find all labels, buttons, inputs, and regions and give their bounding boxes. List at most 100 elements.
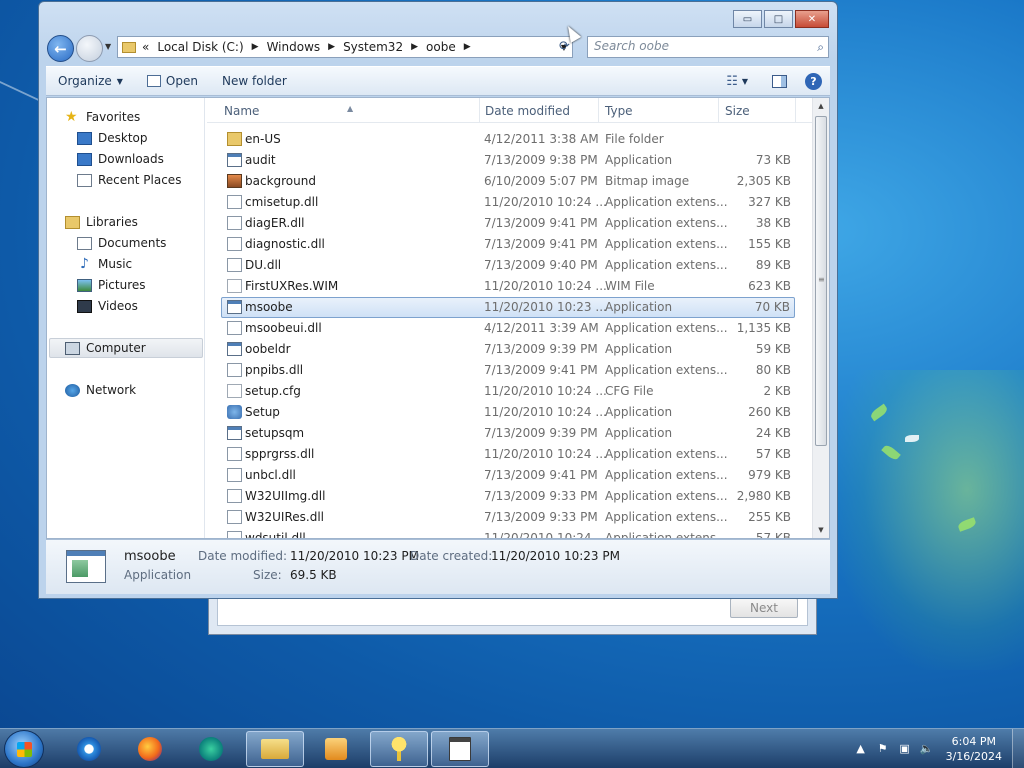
column-name[interactable]: Name	[224, 104, 259, 118]
file-row[interactable]: pnpibs.dll 7/13/2009 9:41 PM Application e…	[207, 360, 813, 381]
scroll-up-icon[interactable]: ▲	[813, 98, 829, 114]
column-divider[interactable]	[598, 98, 599, 123]
column-divider[interactable]	[795, 98, 796, 123]
address-bar[interactable]: « Local Disk (C:) ▶ Windows ▶ System32 ▶ oo…	[117, 36, 573, 58]
forward-button[interactable]	[76, 35, 103, 62]
search-icon[interactable]: ⌕	[817, 40, 824, 55]
file-row[interactable]: diagnostic.dll 7/13/2009 9:41 PM Applicati…	[207, 234, 813, 255]
file-size: 255 KB	[748, 510, 791, 524]
dll-file-icon	[227, 510, 242, 524]
breadcrumb-local-disk[interactable]: Local Disk (C:) ▶	[157, 40, 266, 54]
file-row[interactable]: DU.dll 7/13/2009 9:40 PM Application exten…	[207, 255, 813, 276]
nav-libraries[interactable]: Libraries	[65, 215, 138, 229]
taskbar-firefox[interactable]	[121, 731, 179, 767]
chevron-right-icon[interactable]: ▶	[252, 42, 259, 52]
file-row[interactable]: setup.cfg 11/20/2010 10:24 ... CFG File 2 K…	[207, 381, 813, 402]
nav-computer[interactable]: Computer	[65, 341, 146, 355]
back-button[interactable]: ←	[47, 35, 74, 62]
file-row[interactable]: unbcl.dll 7/13/2009 9:41 PM Application ex…	[207, 465, 813, 486]
file-date-modified: 7/13/2009 9:33 PM	[484, 489, 598, 503]
change-view-icon[interactable]: ☷	[726, 74, 738, 89]
search-placeholder: Search oobe	[594, 39, 669, 53]
taskbar-windows-explorer[interactable]	[246, 731, 304, 767]
show-hidden-icons-icon[interactable]: ▲	[854, 742, 868, 756]
dll-file-icon	[227, 216, 242, 230]
nav-videos[interactable]: Videos	[77, 299, 138, 313]
nav-favorites[interactable]: ★ Favorites	[65, 110, 140, 125]
file-row[interactable]: msoobeui.dll 4/12/2011 3:39 AM Application…	[207, 318, 813, 339]
action-center-flag-icon[interactable]: ⚑	[876, 742, 890, 756]
view-options-dropdown-icon[interactable]: ▼	[742, 77, 748, 86]
file-row-selected[interactable]: msoobe 11/20/2010 10:23 ... Application 70 …	[221, 297, 795, 318]
minimize-button[interactable]: ▭	[733, 10, 762, 28]
column-date-modified[interactable]: Date modified	[485, 104, 570, 118]
breadcrumb-oobe[interactable]: oobe ▶	[426, 40, 479, 54]
file-row[interactable]: audit 7/13/2009 9:38 PM Application 73 KB	[207, 150, 813, 171]
scroll-thumb[interactable]: ≡	[815, 116, 827, 446]
folder-icon	[261, 739, 289, 759]
taskbar-edge[interactable]	[182, 731, 240, 767]
maximize-button[interactable]: □	[764, 10, 793, 28]
file-row[interactable]: en-US 4/12/2011 3:38 AM File folder	[207, 129, 813, 150]
address-overflow-icon[interactable]: «	[142, 40, 149, 54]
folder-icon	[227, 132, 242, 146]
nav-music[interactable]: ♪ Music	[77, 257, 132, 272]
nav-documents[interactable]: Documents	[77, 236, 166, 250]
recent-pages-dropdown-icon[interactable]: ▼	[105, 42, 111, 51]
breadcrumb-system32[interactable]: System32 ▶	[343, 40, 426, 54]
taskbar-media-player[interactable]	[307, 731, 365, 767]
preview-pane-icon[interactable]	[772, 74, 787, 88]
open-button[interactable]: Open	[135, 74, 210, 88]
breadcrumb-windows[interactable]: Windows ▶	[267, 40, 344, 54]
file-row[interactable]: setupsqm 7/13/2009 9:39 PM Application 24 K…	[207, 423, 813, 444]
volume-muted-icon[interactable]: 🔈	[920, 742, 934, 756]
setup-icon	[227, 405, 242, 419]
file-row[interactable]: oobeldr 7/13/2009 9:39 PM Application 59 KB	[207, 339, 813, 360]
file-row[interactable]: background 6/10/2009 5:07 PM Bitmap image 2…	[207, 171, 813, 192]
key-icon	[387, 737, 411, 761]
column-size[interactable]: Size	[725, 104, 750, 118]
chevron-right-icon[interactable]: ▶	[411, 42, 418, 52]
file-date-modified: 7/13/2009 9:39 PM	[484, 426, 598, 440]
file-row[interactable]: spprgrss.dll 11/20/2010 10:24 ... Applicat…	[207, 444, 813, 465]
file-row[interactable]: Setup 11/20/2010 10:24 ... Application 260 …	[207, 402, 813, 423]
taskbar-msoobe-app[interactable]	[431, 731, 489, 767]
close-button[interactable]: ✕	[795, 10, 829, 28]
nav-desktop[interactable]: Desktop	[77, 131, 148, 145]
file-date-modified: 11/20/2010 10:24 ...	[484, 195, 607, 209]
taskbar-internet-explorer[interactable]	[60, 731, 118, 767]
column-divider[interactable]	[718, 98, 719, 123]
file-row[interactable]: W32UIImg.dll 7/13/2009 9:33 PM Application…	[207, 486, 813, 507]
file-name: msoobeui.dll	[245, 321, 322, 335]
vertical-scrollbar[interactable]: ▲ ≡ ▼	[812, 98, 829, 538]
nav-downloads[interactable]: Downloads	[77, 152, 164, 166]
file-row[interactable]: W32UIRes.dll 7/13/2009 9:33 PM Application…	[207, 507, 813, 528]
dll-file-icon	[227, 258, 242, 272]
navigation-pane: ★ Favorites Desktop Downloads Recent Plac…	[47, 98, 205, 538]
chevron-right-icon[interactable]: ▶	[464, 42, 471, 52]
nav-network[interactable]: Network	[65, 383, 136, 397]
file-row[interactable]: FirstUXRes.WIM 11/20/2010 10:24 ... WIM Fi…	[207, 276, 813, 297]
refresh-icon[interactable]: ⟳	[559, 39, 570, 54]
taskbar-key-tool[interactable]	[370, 731, 428, 767]
nav-pictures[interactable]: Pictures	[77, 278, 146, 292]
file-row[interactable]: wdsutil.dll 11/20/2010 10:24 ... Applicati…	[207, 528, 813, 538]
next-button[interactable]: Next	[730, 598, 798, 618]
column-type[interactable]: Type	[605, 104, 633, 118]
start-button[interactable]	[4, 730, 44, 768]
organize-button[interactable]: Organize ▼	[46, 74, 135, 88]
help-icon[interactable]: ?	[805, 72, 822, 90]
show-desktop-button[interactable]	[1012, 729, 1024, 768]
new-folder-button[interactable]: New folder	[210, 74, 299, 88]
command-bar: Organize ▼ Open New folder ☷ ▼ ?	[46, 66, 830, 96]
clock[interactable]: 6:04 PM 3/16/2024	[946, 734, 1002, 764]
column-divider[interactable]	[479, 98, 480, 123]
chevron-right-icon[interactable]: ▶	[328, 42, 335, 52]
file-row[interactable]: diagER.dll 7/13/2009 9:41 PM Application e…	[207, 213, 813, 234]
file-row[interactable]: cmisetup.dll 11/20/2010 10:24 ... Applicat…	[207, 192, 813, 213]
network-status-icon[interactable]: ▣	[898, 742, 912, 756]
search-input[interactable]: Search oobe ⌕	[587, 36, 829, 58]
scroll-down-icon[interactable]: ▼	[813, 522, 829, 538]
nav-recent-places[interactable]: Recent Places	[77, 173, 181, 187]
file-date-modified: 11/20/2010 10:24 ...	[484, 279, 607, 293]
